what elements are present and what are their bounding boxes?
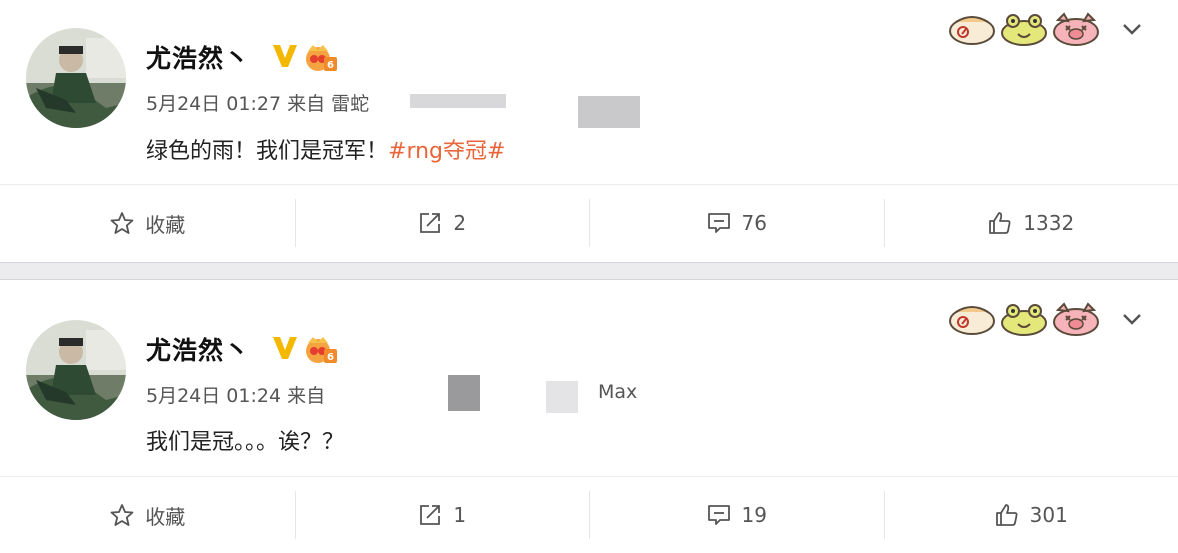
weibo-post: 尤浩然丶 6 5月24日 01:27 来自 雷蛇 绿色的雨！我们是冠军！#rng…	[0, 0, 1178, 262]
repost-button[interactable]: 1	[295, 477, 590, 553]
like-count: 1332	[1023, 211, 1074, 235]
post-meta: 5月24日 01:24 来自	[146, 381, 325, 408]
pig-face-icon[interactable]	[1052, 302, 1100, 336]
redacted-block	[448, 375, 480, 411]
post-text: 绿色的雨！我们是冠军！	[146, 139, 388, 164]
chevron-down-icon[interactable]	[1118, 305, 1146, 333]
frog-face-icon[interactable]	[1000, 302, 1048, 336]
avatar[interactable]	[26, 320, 126, 420]
meta-device-suffix: Max	[598, 381, 637, 403]
repost-icon	[417, 502, 443, 528]
reaction-stickers	[948, 302, 1146, 336]
crown-level-badge-icon: 6	[304, 41, 338, 73]
like-count: 301	[1030, 503, 1068, 527]
reaction-stickers	[948, 12, 1146, 46]
redacted-block	[578, 96, 640, 128]
hamster-face-icon[interactable]	[948, 302, 996, 336]
favorite-label: 收藏	[145, 501, 185, 530]
favorite-label: 收藏	[145, 209, 185, 238]
svg-text:6: 6	[327, 60, 334, 71]
hashtag-link[interactable]: #rng夺冠#	[388, 139, 505, 164]
comment-count: 19	[742, 503, 767, 527]
weibo-post: 尤浩然丶 6 5月24日 01:24 来自 Max 我们是冠。。。诶？？	[0, 280, 1178, 552]
star-icon	[109, 502, 135, 528]
frog-face-icon[interactable]	[1000, 12, 1048, 46]
verified-v-icon	[270, 332, 300, 362]
repost-count: 2	[453, 211, 466, 235]
crown-level-badge-icon: 6	[304, 333, 338, 365]
avatar[interactable]	[26, 28, 126, 128]
post-separator	[0, 262, 1178, 280]
post-meta: 5月24日 01:27 来自 雷蛇	[146, 89, 369, 116]
username[interactable]: 尤浩然丶	[146, 331, 250, 367]
thumbs-up-icon	[987, 210, 1013, 236]
like-button[interactable]: 301	[884, 477, 1178, 553]
repost-button[interactable]: 2	[295, 185, 590, 261]
star-icon	[109, 210, 135, 236]
post-content: 绿色的雨！我们是冠军！#rng夺冠#	[146, 133, 505, 165]
favorite-button[interactable]: 收藏	[0, 477, 295, 553]
favorite-button[interactable]: 收藏	[0, 185, 295, 261]
thumbs-up-icon	[994, 502, 1020, 528]
repost-icon	[417, 210, 443, 236]
action-bar: 收藏 2 76 1332	[0, 184, 1178, 261]
post-text: 我们是冠。。。诶？？	[146, 430, 344, 455]
hamster-face-icon[interactable]	[948, 12, 996, 46]
redacted-block	[546, 381, 578, 413]
action-bar: 收藏 1 19 301	[0, 476, 1178, 553]
redacted-block	[410, 94, 506, 108]
comment-count: 76	[742, 211, 767, 235]
pig-face-icon[interactable]	[1052, 12, 1100, 46]
verified-v-icon	[270, 40, 300, 70]
comment-button[interactable]: 19	[589, 477, 884, 553]
svg-text:6: 6	[327, 352, 334, 363]
comment-button[interactable]: 76	[589, 185, 884, 261]
like-button[interactable]: 1332	[884, 185, 1178, 261]
post-content: 我们是冠。。。诶？？	[146, 424, 344, 456]
username[interactable]: 尤浩然丶	[146, 39, 250, 75]
chevron-down-icon[interactable]	[1118, 15, 1146, 43]
comment-icon	[706, 210, 732, 236]
repost-count: 1	[453, 503, 466, 527]
comment-icon	[706, 502, 732, 528]
